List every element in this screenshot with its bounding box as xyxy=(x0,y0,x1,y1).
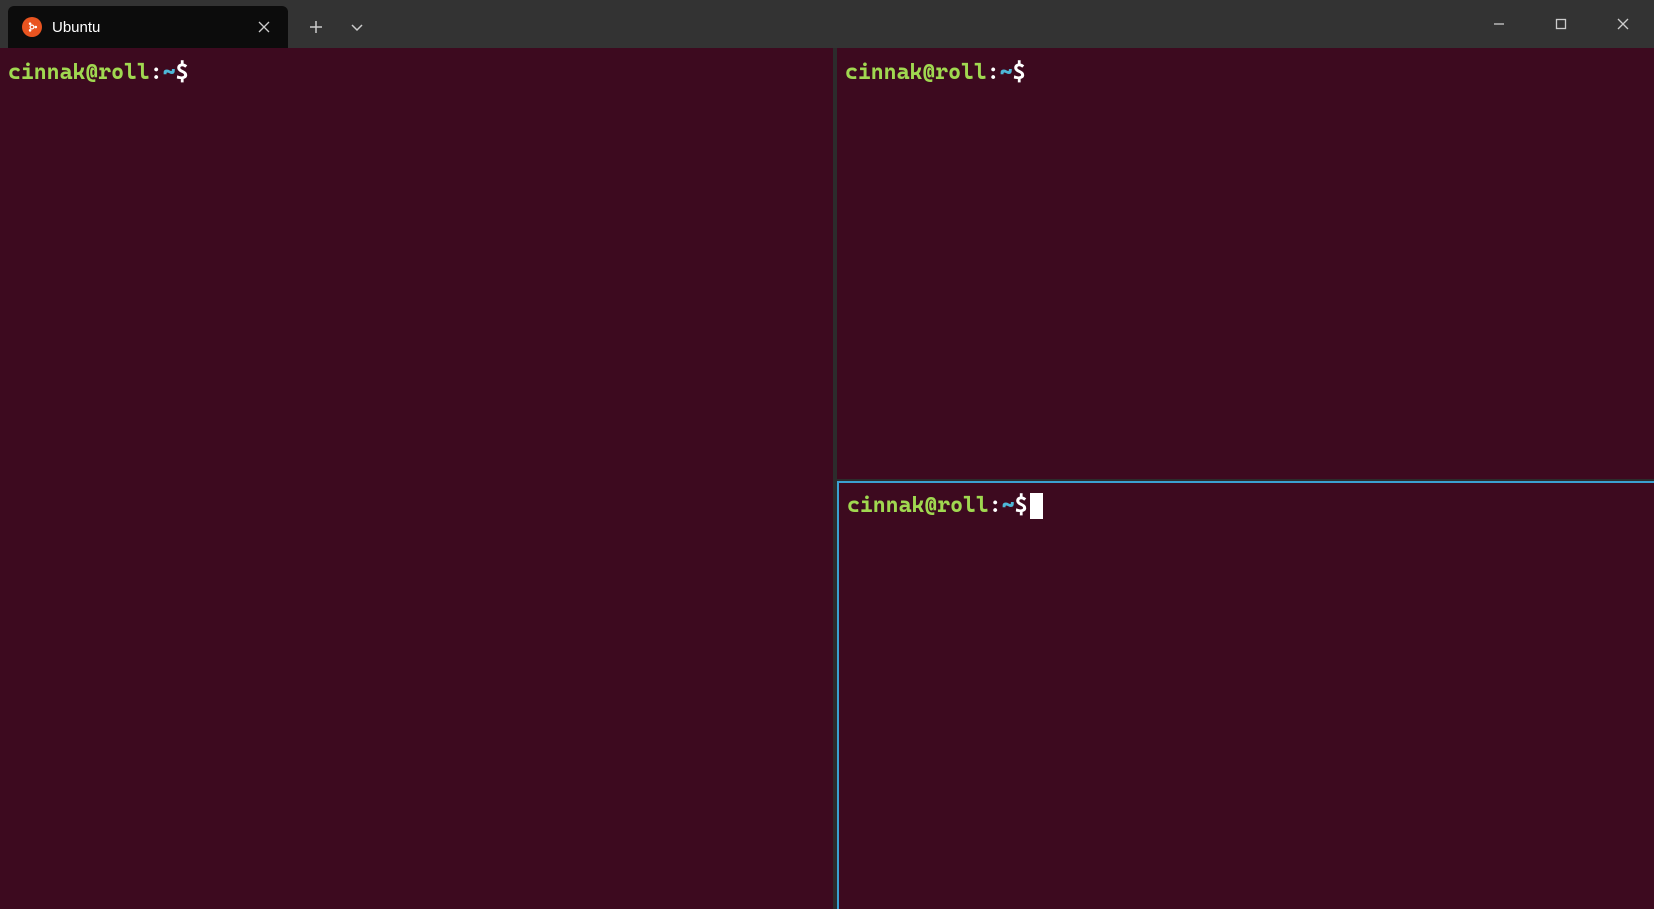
prompt-dollar: $ xyxy=(176,58,189,89)
right-column: cinnak@roll:~$ cinnak@roll:~$ xyxy=(833,48,1654,909)
prompt-user-host: cinnak@roll xyxy=(8,58,150,89)
new-tab-button[interactable] xyxy=(298,9,334,45)
tab-actions xyxy=(288,6,375,48)
prompt-colon: : xyxy=(987,58,1000,89)
tabs-region: Ubuntu xyxy=(0,0,375,48)
prompt-user-host: cinnak@roll xyxy=(847,491,989,522)
terminal-pane-right-top[interactable]: cinnak@roll:~$ xyxy=(837,48,1654,479)
terminal-pane-right-bottom-active[interactable]: cinnak@roll:~$ xyxy=(837,481,1654,909)
titlebar: Ubuntu xyxy=(0,0,1654,48)
prompt-user-host: cinnak@roll xyxy=(845,58,987,89)
prompt-line: cinnak@roll:~$ xyxy=(845,58,1646,89)
prompt-path: ~ xyxy=(1002,491,1015,522)
terminal-pane-left[interactable]: cinnak@roll:~$ xyxy=(0,48,833,909)
maximize-button[interactable] xyxy=(1530,0,1592,48)
window-controls xyxy=(1468,0,1654,48)
prompt-colon: : xyxy=(989,491,1002,522)
cursor-icon xyxy=(1030,493,1043,519)
terminal-area: cinnak@roll:~$ cinnak@roll:~$ cinnak@rol… xyxy=(0,48,1654,909)
ubuntu-logo-icon xyxy=(22,17,42,37)
prompt-dollar: $ xyxy=(1013,58,1026,89)
prompt-path: ~ xyxy=(1000,58,1013,89)
prompt-line: cinnak@roll:~$ xyxy=(847,491,1646,522)
close-tab-button[interactable] xyxy=(254,17,274,37)
prompt-dollar: $ xyxy=(1015,491,1028,522)
tab-ubuntu[interactable]: Ubuntu xyxy=(8,6,288,48)
tab-dropdown-button[interactable] xyxy=(339,9,375,45)
tab-title: Ubuntu xyxy=(52,19,244,36)
minimize-button[interactable] xyxy=(1468,0,1530,48)
close-window-button[interactable] xyxy=(1592,0,1654,48)
prompt-line: cinnak@roll:~$ xyxy=(8,58,825,89)
prompt-colon: : xyxy=(150,58,163,89)
prompt-path: ~ xyxy=(163,58,176,89)
